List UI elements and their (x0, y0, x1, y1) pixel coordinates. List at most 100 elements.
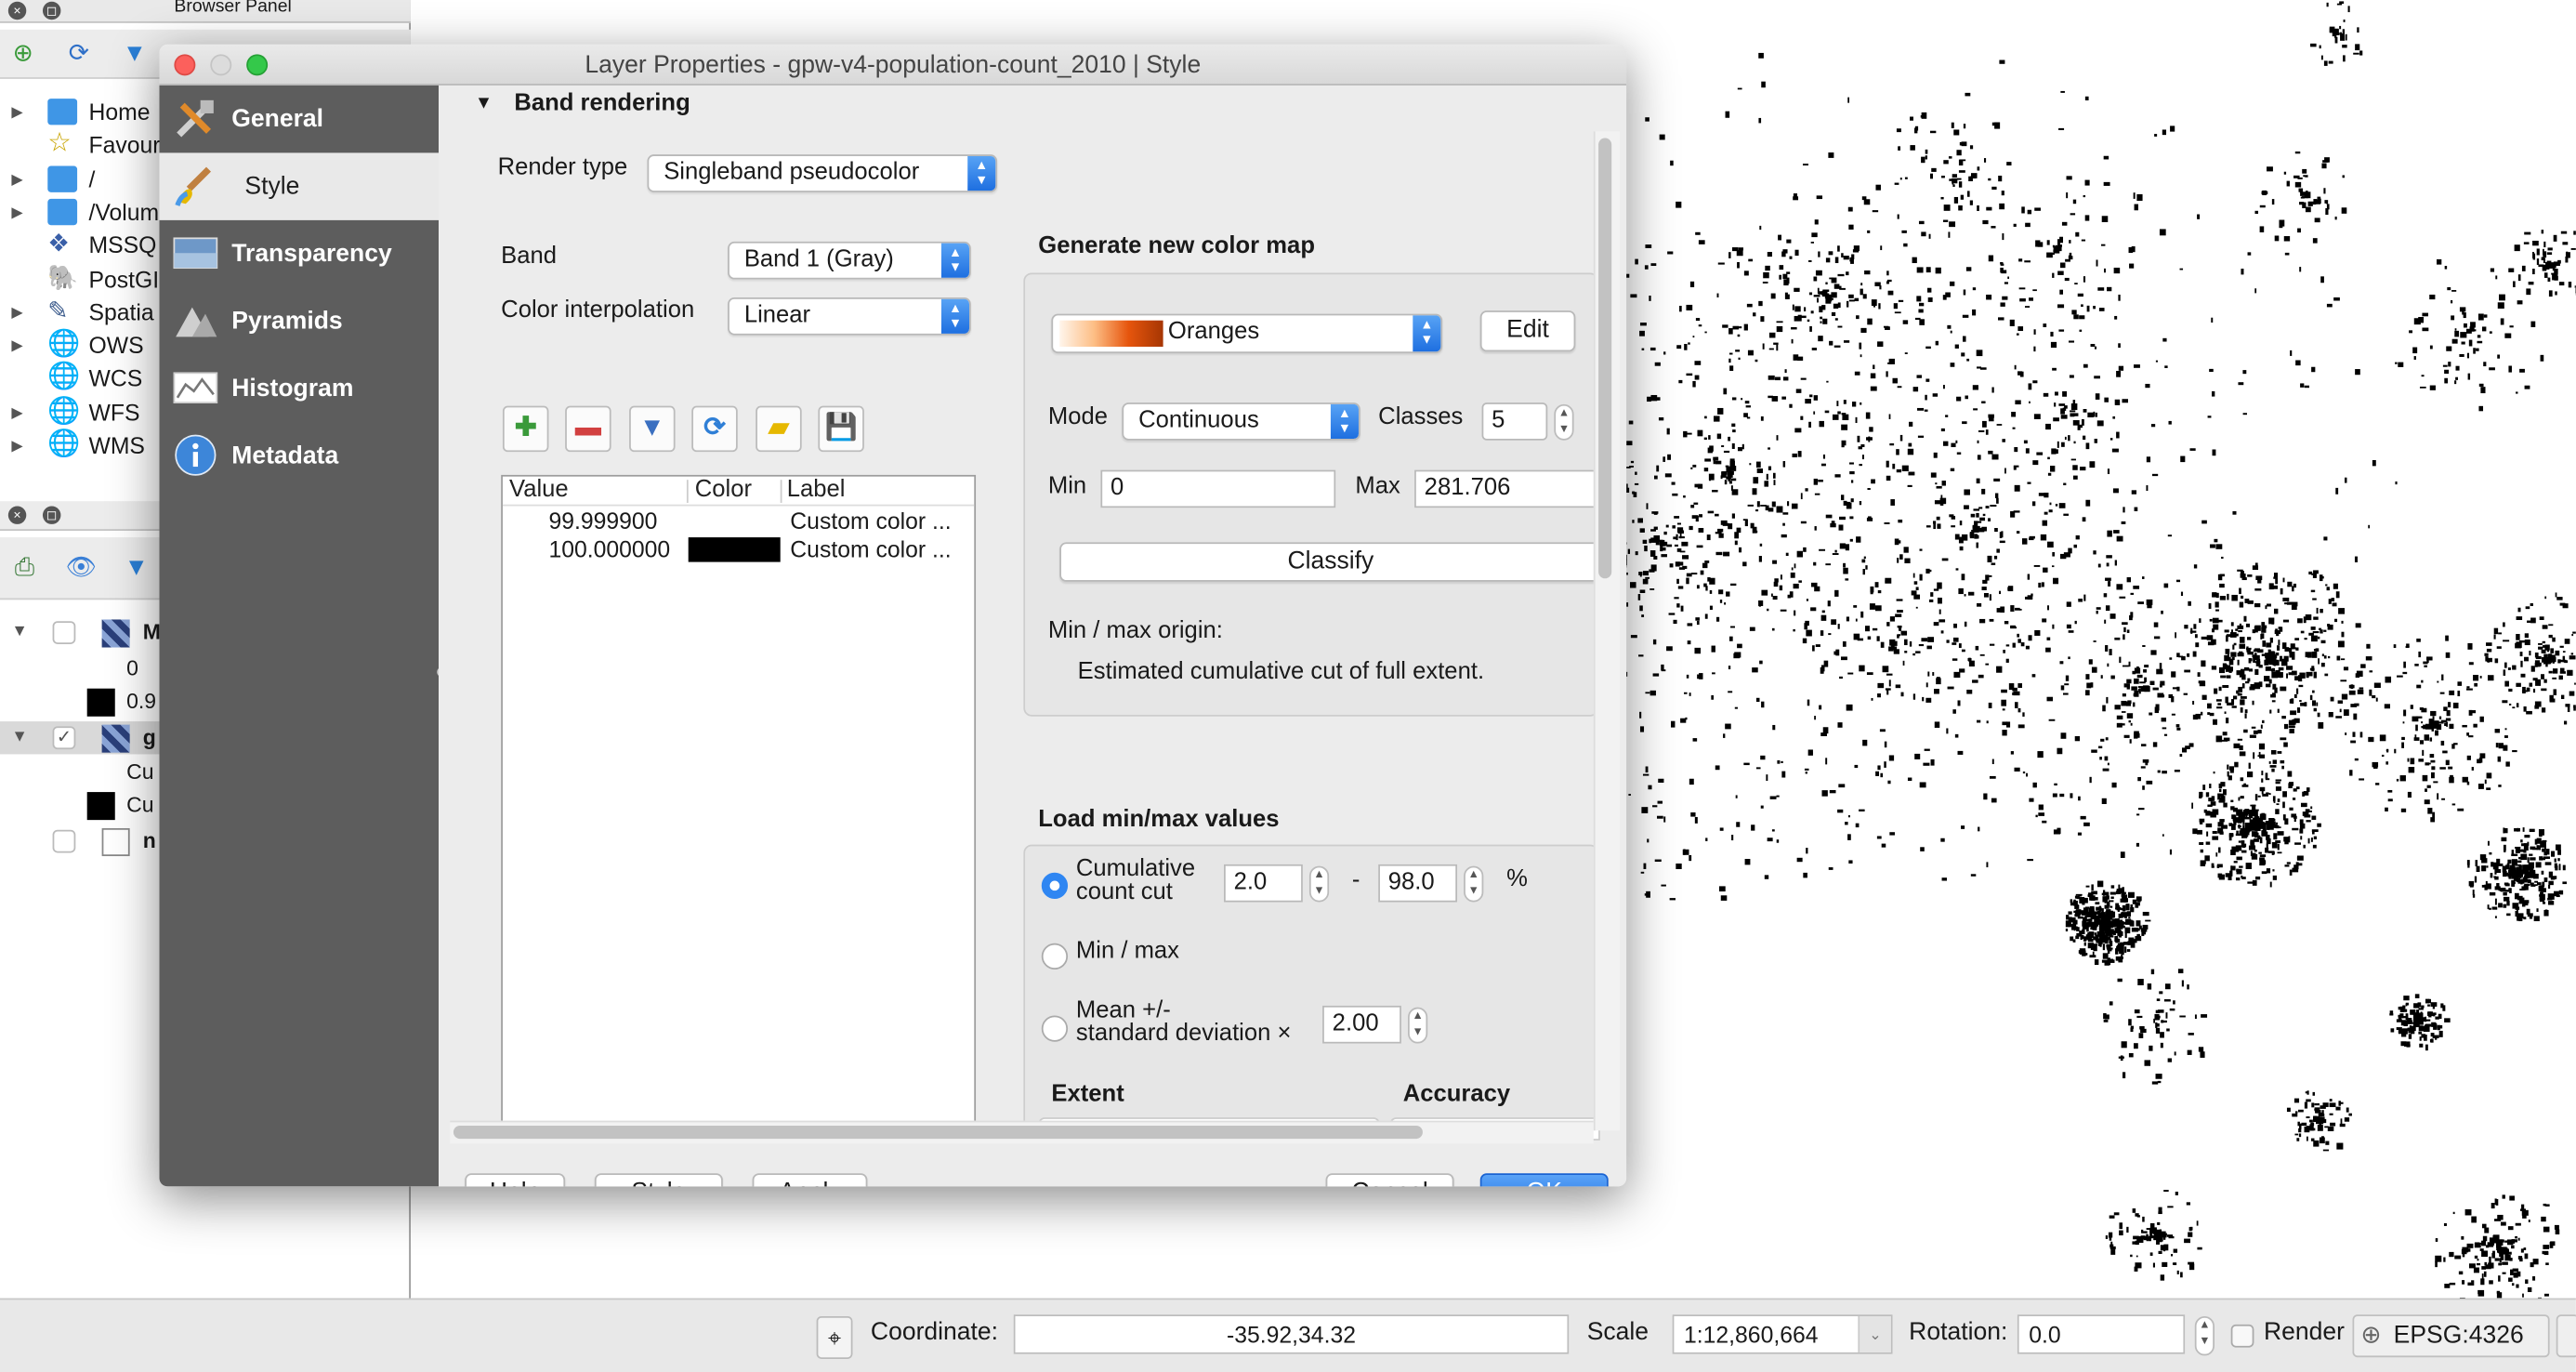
expand-arrow-icon[interactable]: ▶ (11, 296, 22, 328)
population-pixel (2089, 776, 2092, 784)
population-pixel (2091, 749, 2097, 753)
table-row[interactable]: 99.999900 Custom color ... (503, 508, 974, 535)
sidebar-item-general[interactable]: General (159, 86, 439, 152)
cumulative-cut-radio[interactable] (1041, 872, 1069, 899)
vertical-scrollbar-thumb[interactable] (1598, 138, 1612, 579)
add-entry-button[interactable]: ✚ (502, 405, 549, 453)
band-combo[interactable]: Band 1 (Gray) ▲ ▼ (728, 241, 971, 280)
classes-spinner[interactable]: ▲ ▼ (1554, 403, 1574, 441)
panel-close-icon[interactable]: × (7, 506, 27, 524)
population-pixel (2270, 693, 2276, 698)
sort-entries-button[interactable]: ▼ (629, 405, 676, 453)
color-ramp-combo[interactable]: Oranges ▲ ▼ (1051, 313, 1443, 354)
style-menu-button[interactable]: Style ▼ (594, 1173, 723, 1187)
population-pixel (2152, 687, 2159, 691)
sidebar-item-histogram[interactable]: Histogram (159, 355, 439, 422)
layer-visibility-checkbox[interactable]: ✓ (52, 726, 76, 750)
row-color-swatch[interactable] (688, 509, 781, 534)
cut-low-field[interactable]: 2.0 (1224, 864, 1303, 903)
remove-entry-button[interactable]: ▬ (565, 405, 611, 453)
panel-float-icon[interactable]: ◻ (42, 506, 61, 524)
load-from-file-button[interactable]: ▰ (756, 405, 802, 453)
minimize-window-button[interactable] (210, 54, 232, 76)
population-pixel (1627, 548, 1631, 554)
filter-icon[interactable]: ▼ (120, 39, 150, 69)
messages-button[interactable] (2556, 1314, 2576, 1358)
layer-visibility-checkbox[interactable] (52, 829, 76, 853)
population-pixel (1989, 618, 1994, 622)
edit-ramp-button[interactable]: Edit (1479, 310, 1576, 352)
stddev-spinner[interactable]: ▲ ▼ (1408, 1007, 1428, 1044)
crs-button[interactable]: ⊕ EPSG:4326 (2352, 1314, 2550, 1358)
stddev-radio[interactable] (1041, 1015, 1069, 1042)
add-group-icon[interactable]: ⎙ (10, 554, 40, 584)
stddev-field[interactable]: 2.00 (1322, 1005, 1401, 1044)
mode-combo[interactable]: Continuous ▲ ▼ (1122, 402, 1360, 441)
ok-button[interactable]: OK (1479, 1173, 1609, 1187)
add-selected-icon[interactable]: ⊕ (8, 39, 38, 69)
cut-high-spinner[interactable]: ▲ ▼ (1464, 865, 1484, 903)
expand-arrow-icon[interactable]: ▶ (11, 163, 22, 195)
population-pixel (2126, 1226, 2129, 1233)
expand-arrow-icon[interactable]: ▶ (11, 429, 22, 461)
population-pixel (2291, 813, 2297, 818)
zoom-window-button[interactable] (246, 54, 269, 76)
chevron-down-icon[interactable]: ⌄ (1858, 1316, 1891, 1352)
column-header-value[interactable]: Value (509, 477, 569, 503)
classify-button[interactable]: Classify (1059, 542, 1602, 582)
color-interpolation-combo[interactable]: Linear ▲ ▼ (728, 297, 971, 336)
panel-close-icon[interactable]: × (7, 1, 27, 20)
population-pixel (1950, 281, 1955, 286)
max-field[interactable]: 281.706 (1414, 469, 1600, 508)
coordinate-field[interactable]: -35.92,34.32 (1013, 1314, 1570, 1354)
render-checkbox[interactable] (2230, 1324, 2254, 1348)
panel-float-icon[interactable]: ◻ (42, 1, 61, 20)
collapse-arrow-icon[interactable]: ▼ (475, 94, 493, 113)
cancel-button[interactable]: Cancel (1325, 1173, 1454, 1187)
expand-arrow-icon[interactable]: ▶ (11, 96, 22, 128)
load-from-band-button[interactable]: ⟳ (691, 405, 738, 453)
population-pixel (2038, 804, 2044, 811)
help-button[interactable]: Help (465, 1173, 566, 1187)
column-header-label[interactable]: Label (787, 477, 846, 503)
population-pixel (2330, 1122, 2336, 1127)
population-pixel (1800, 521, 1807, 524)
expand-arrow-icon[interactable]: ▶ (11, 329, 22, 362)
horizontal-scrollbar-thumb[interactable] (453, 1125, 1423, 1140)
expand-arrow-icon[interactable]: ▶ (11, 195, 22, 228)
table-row[interactable]: 100.000000 Custom color ... (503, 535, 974, 563)
rotation-field[interactable]: 0.0 (2017, 1314, 2186, 1354)
export-to-file-button[interactable]: 💾 (818, 405, 864, 453)
collapse-arrow-icon[interactable]: ▼ (11, 616, 28, 649)
cut-low-spinner[interactable]: ▲ ▼ (1308, 865, 1330, 903)
render-type-combo[interactable]: Singleband pseudocolor ▲ ▼ (647, 154, 998, 192)
eye-icon[interactable]: 👁 (66, 554, 98, 584)
minmax-radio[interactable] (1041, 943, 1069, 970)
population-pixel (2098, 308, 2105, 311)
row-color-swatch[interactable] (688, 537, 781, 562)
column-header-color[interactable]: Color (695, 477, 752, 503)
classes-field[interactable]: 5 (1481, 402, 1548, 441)
rotation-spinner[interactable]: ▲ ▼ (2194, 1316, 2215, 1356)
sidebar-item-style[interactable]: Style (159, 152, 440, 220)
sidebar-item-metadata[interactable]: Metadata (159, 422, 439, 489)
close-window-button[interactable] (174, 54, 196, 76)
refresh-icon[interactable]: ⟳ (64, 39, 94, 69)
cut-high-field[interactable]: 98.0 (1378, 864, 1458, 903)
min-field[interactable]: 0 (1100, 469, 1336, 508)
color-map-table[interactable]: Value Color Label 99.999900 Custom color… (501, 474, 977, 1133)
sidebar-item-transparency[interactable]: Transparency (159, 220, 439, 287)
sidebar-item-pyramids[interactable]: Pyramids (159, 287, 439, 354)
mouse-pointer-icon[interactable]: ⌖ (816, 1316, 853, 1359)
expand-arrow-icon[interactable]: ▶ (11, 396, 22, 429)
collapse-arrow-icon[interactable]: ▼ (11, 721, 28, 754)
population-pixel (2249, 825, 2255, 831)
filter-icon[interactable]: ▼ (122, 554, 151, 584)
population-pixel (1781, 534, 1787, 538)
scale-combo[interactable]: 1:12,860,664 ⌄ (1672, 1314, 1893, 1354)
apply-button[interactable]: Apply (752, 1173, 868, 1187)
population-pixel (2017, 633, 2019, 638)
population-pixel (2201, 636, 2208, 640)
layer-visibility-checkbox[interactable] (52, 621, 76, 644)
population-pixel (1772, 560, 1778, 564)
